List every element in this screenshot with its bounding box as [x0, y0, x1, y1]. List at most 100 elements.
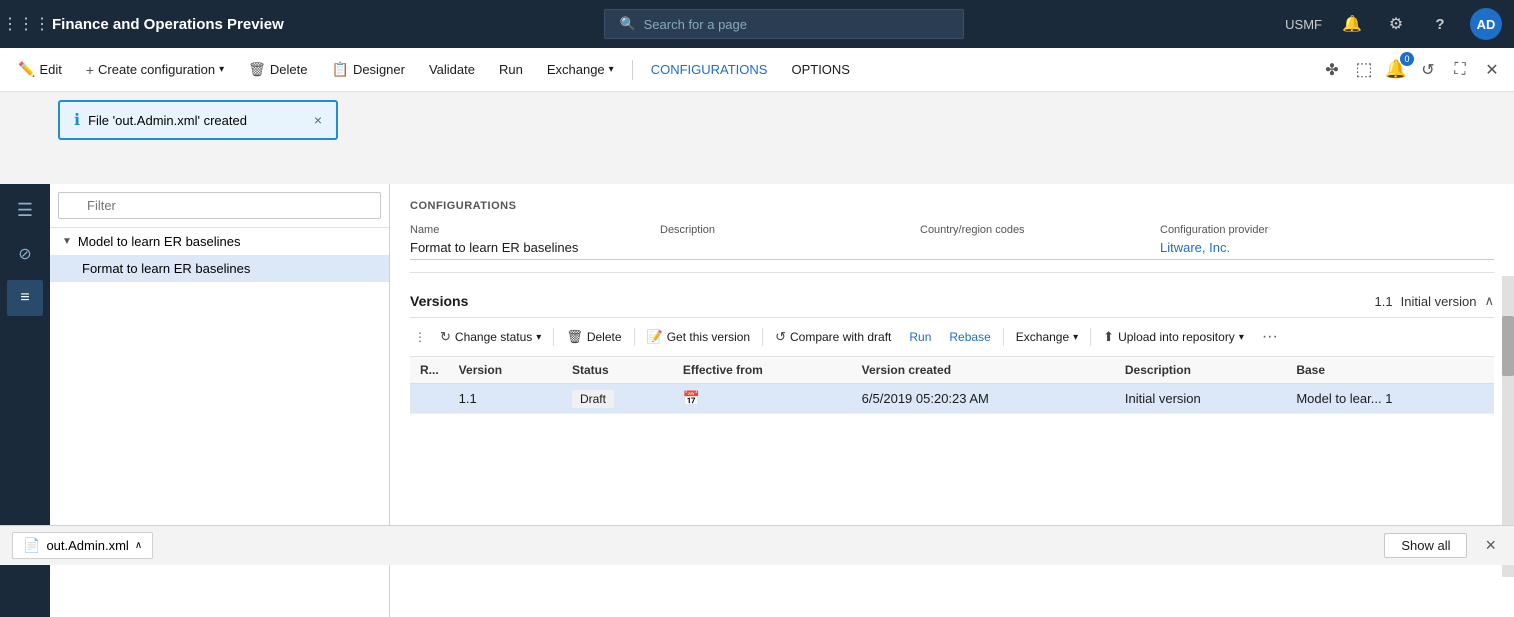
vtb-sep-5: [1090, 328, 1091, 346]
col-effective-from: Effective from: [673, 357, 852, 384]
settings-icon[interactable]: ⚙: [1382, 10, 1410, 38]
cell-base[interactable]: Model to lear... 1: [1286, 384, 1494, 414]
exchange-button[interactable]: Exchange ▾: [537, 56, 624, 83]
provider-field: Configuration provider Litware, Inc.: [1160, 224, 1494, 260]
collapse-button[interactable]: ∧: [1484, 293, 1494, 309]
table-row[interactable]: 1.1 Draft 📅 6/5/2019 05:20:23 AM Initial…: [410, 384, 1494, 414]
drag-handle[interactable]: ⋮: [410, 330, 430, 344]
cmd-icon-1[interactable]: ✤: [1318, 56, 1346, 84]
refresh-icon[interactable]: ↺: [1414, 56, 1442, 84]
dropdown-icon: ▾: [219, 64, 224, 75]
tree-arrow: ▼: [62, 236, 72, 247]
provider-value[interactable]: Litware, Inc.: [1160, 240, 1494, 260]
notification-close[interactable]: ×: [314, 112, 322, 128]
list-sidebar-icon[interactable]: ≡: [7, 280, 43, 316]
col-version: Version: [449, 357, 562, 384]
tree-item-format[interactable]: Format to learn ER baselines: [50, 255, 389, 282]
tree-item-label-format: Format to learn ER baselines: [82, 261, 250, 276]
command-bar: ✏️ Edit + Create configuration ▾ 🗑 Delet…: [0, 48, 1514, 92]
edit-icon: ✏️: [18, 61, 35, 78]
bell-icon[interactable]: 🔔: [1338, 10, 1366, 38]
notification-banner: ℹ File 'out.Admin.xml' created ×: [58, 100, 338, 140]
col-indicator: R...: [410, 357, 449, 384]
show-all-button[interactable]: Show all: [1384, 533, 1467, 558]
edit-button[interactable]: ✏️ Edit: [8, 55, 72, 84]
cell-version-created: 6/5/2019 05:20:23 AM: [852, 384, 1115, 414]
compare-icon: ↺: [775, 329, 786, 345]
app-title: Finance and Operations Preview: [52, 16, 284, 33]
row-indicator: [410, 384, 449, 414]
options-tab[interactable]: OPTIONS: [781, 56, 860, 83]
user-avatar[interactable]: AD: [1470, 8, 1502, 40]
current-version-label: Initial version: [1401, 294, 1477, 309]
country-label: Country/region codes: [920, 224, 1160, 236]
versions-header: Versions 1.1 Initial version ∧: [410, 293, 1494, 309]
cmd-icon-2[interactable]: ⬚: [1350, 56, 1378, 84]
separator-1: [632, 60, 633, 80]
current-version-number: 1.1: [1375, 294, 1393, 309]
versions-toolbar: ⋮ ↻ Change status ▾ 🗑 Delete 📝 Get this …: [410, 317, 1494, 357]
user-name: USMF: [1285, 17, 1322, 32]
plus-icon: +: [86, 62, 94, 78]
exchange-dropdown-icon: ▾: [609, 64, 614, 75]
filter-sidebar-icon[interactable]: ⊘: [7, 236, 43, 272]
bottom-close-button[interactable]: ×: [1479, 533, 1502, 558]
tree-item-label: Model to learn ER baselines: [78, 234, 241, 249]
vtb-sep-1: [553, 328, 554, 346]
exchange-version-dropdown: ▾: [1073, 332, 1078, 343]
tree-item-model[interactable]: ▼ Model to learn ER baselines: [50, 228, 389, 255]
versions-title: Versions: [410, 293, 468, 309]
name-label: Name: [410, 224, 660, 236]
versions-table: R... Version Status Effective from Versi…: [410, 357, 1494, 414]
validate-button[interactable]: Validate: [419, 56, 485, 83]
hamburger-icon[interactable]: ☰: [7, 192, 43, 228]
country-field: Country/region codes: [920, 224, 1160, 260]
exchange-version-button[interactable]: Exchange ▾: [1008, 326, 1086, 348]
get-version-button[interactable]: 📝 Get this version: [639, 325, 759, 349]
refresh-icon-small: ↻: [440, 329, 451, 345]
section-label: CONFIGURATIONS: [410, 200, 1494, 212]
filter-input[interactable]: [58, 192, 381, 219]
top-navigation: ⋮⋮⋮ Finance and Operations Preview 🔍 Sea…: [0, 0, 1514, 48]
description-field: Description: [660, 224, 920, 260]
table-header-row: R... Version Status Effective from Versi…: [410, 357, 1494, 384]
rebase-button[interactable]: Rebase: [941, 326, 998, 348]
file-chip[interactable]: 📄 out.Admin.xml ∧: [12, 532, 153, 559]
configurations-tab[interactable]: CONFIGURATIONS: [641, 56, 778, 83]
more-button[interactable]: ···: [1254, 324, 1286, 350]
cell-version: 1.1: [449, 384, 562, 414]
status-badge: Draft: [572, 390, 614, 408]
upload-button[interactable]: ⬆ Upload into repository ▾: [1095, 325, 1252, 349]
col-status: Status: [562, 357, 673, 384]
file-name: out.Admin.xml: [46, 538, 128, 553]
provider-label: Configuration provider: [1160, 224, 1494, 236]
versions-delete-button[interactable]: 🗑 Delete: [558, 325, 629, 349]
delete-button[interactable]: 🗑 Delete: [238, 55, 317, 84]
description-value: [660, 240, 920, 260]
trash-icon: 🗑: [248, 61, 266, 78]
search-placeholder: Search for a page: [644, 17, 747, 32]
help-icon[interactable]: ?: [1426, 10, 1454, 38]
global-search[interactable]: 🔍 Search for a page: [604, 9, 964, 39]
upload-dropdown: ▾: [1239, 332, 1244, 343]
upload-icon: ⬆: [1103, 329, 1114, 345]
file-icon: 📄: [23, 537, 40, 554]
compare-draft-button[interactable]: ↺ Compare with draft: [767, 325, 899, 349]
bottom-bar: 📄 out.Admin.xml ∧ Show all ×: [0, 525, 1514, 565]
designer-button[interactable]: 📋 Designer: [322, 55, 415, 84]
cmd-icon-badge[interactable]: 🔔 0: [1382, 56, 1410, 84]
designer-icon: 📋: [332, 61, 349, 78]
calendar-icon[interactable]: 📅: [683, 390, 701, 407]
cell-description[interactable]: Initial version: [1115, 384, 1286, 414]
chip-expand-icon: ∧: [135, 540, 142, 551]
run-button[interactable]: Run: [489, 56, 533, 83]
expand-icon[interactable]: ⛶: [1446, 56, 1474, 84]
close-window-icon[interactable]: ✕: [1478, 56, 1506, 84]
create-config-button[interactable]: + Create configuration ▾: [76, 56, 234, 84]
change-status-button[interactable]: ↻ Change status ▾: [432, 325, 549, 349]
scroll-thumb[interactable]: [1502, 316, 1514, 376]
trash-icon-small: 🗑: [566, 329, 583, 345]
vtb-sep-4: [1003, 328, 1004, 346]
grid-icon[interactable]: ⋮⋮⋮: [12, 10, 40, 38]
run-version-button[interactable]: Run: [901, 326, 939, 348]
